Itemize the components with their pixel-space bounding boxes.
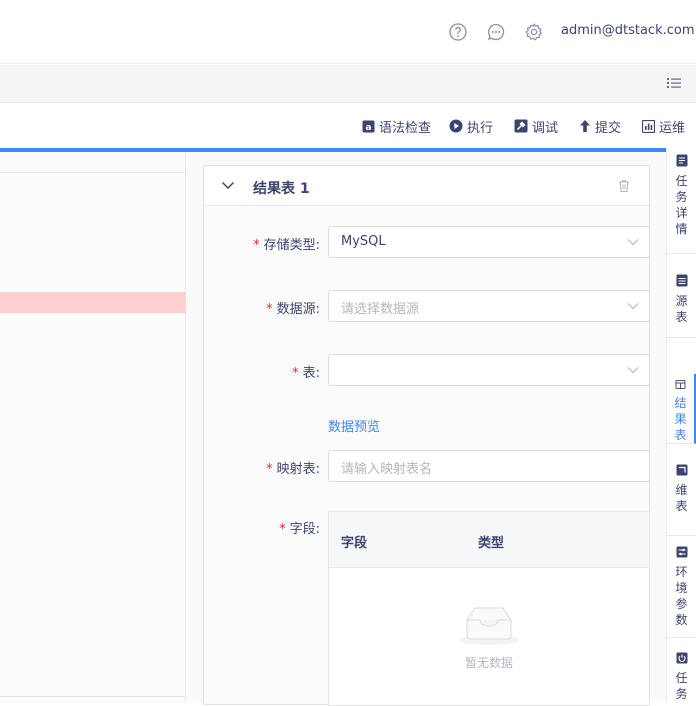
- storage-type-select[interactable]: MySQL: [328, 226, 650, 258]
- settings-icon[interactable]: [524, 22, 544, 42]
- table-header: 字段 类型: [329, 512, 649, 568]
- ops-button[interactable]: 运维: [642, 117, 685, 136]
- submit-button[interactable]: 提交: [579, 117, 621, 136]
- editor-divider: [0, 172, 186, 173]
- trash-icon[interactable]: [618, 179, 630, 193]
- datasource-select[interactable]: 请选择数据源: [328, 290, 650, 322]
- datasource-label: * 数据源:: [266, 302, 320, 317]
- params-icon: [676, 546, 687, 558]
- right-side-tabs: 任务详情 源表 结果表 维表 环境参数 任务: [666, 148, 696, 702]
- column-header-type: 类型: [478, 536, 505, 551]
- file-icon: [676, 154, 687, 167]
- tab-env-params[interactable]: 环境参数: [667, 538, 696, 638]
- result-table-panel: 结果表 1 * 存储类型: MySQL * 数据源: 请选择数据源 * 表: 数据预览…: [203, 165, 650, 706]
- editor-divider: [0, 696, 186, 697]
- debug-button[interactable]: 调试: [514, 117, 558, 136]
- table-select[interactable]: [328, 354, 650, 386]
- tab-source-table[interactable]: 源表: [667, 268, 696, 338]
- debug-icon: [514, 119, 528, 133]
- tab-dim-table[interactable]: 维表: [667, 458, 696, 536]
- code-editor[interactable]: [0, 152, 186, 702]
- user-account[interactable]: admin@dtstack.com: [561, 23, 695, 38]
- syntax-check-icon: a: [362, 120, 375, 133]
- top-header: admin@dtstack.com: [0, 0, 696, 64]
- fields-table: 字段 类型 暂无数据: [328, 511, 650, 706]
- tab-task-details[interactable]: 任务详情: [667, 154, 696, 254]
- editor-toolbar: a 语法检查 执行 调试 提交 运维: [0, 104, 696, 148]
- chevron-down-icon: [627, 239, 639, 246]
- panel-header[interactable]: 结果表 1: [204, 166, 649, 206]
- play-icon: [449, 119, 463, 133]
- ops-chart-icon: [642, 119, 655, 133]
- run-button[interactable]: 执行: [449, 117, 493, 136]
- error-line-highlight: [0, 292, 186, 313]
- svg-text:a: a: [365, 123, 371, 133]
- chevron-down-icon: [627, 367, 639, 374]
- result-table-icon: [675, 380, 686, 389]
- syntax-check-button[interactable]: a 语法检查: [362, 117, 431, 136]
- mapping-table-input[interactable]: 请输入映射表名: [328, 450, 650, 482]
- table-label: * 表:: [292, 366, 320, 381]
- list-icon[interactable]: [667, 76, 681, 90]
- dim-table-icon: [676, 464, 687, 476]
- mapping-table-label: * 映射表:: [266, 462, 320, 477]
- fields-label: * 字段:: [279, 522, 320, 537]
- message-icon[interactable]: [486, 22, 506, 42]
- panel-title: 结果表 1: [253, 181, 310, 197]
- storage-type-label: * 存储类型:: [253, 238, 320, 253]
- tab-result-table[interactable]: 结果表: [667, 374, 696, 444]
- tab-task[interactable]: 任务: [667, 646, 696, 702]
- chevron-down-icon[interactable]: [221, 180, 235, 190]
- tab-bar: [0, 65, 696, 103]
- empty-inbox-icon: [459, 607, 519, 645]
- table-icon: [676, 274, 687, 287]
- column-header-field: 字段: [341, 536, 368, 551]
- help-icon[interactable]: [448, 22, 468, 42]
- empty-text: 暂无数据: [464, 656, 513, 670]
- power-icon: [676, 652, 687, 664]
- chevron-down-icon: [627, 303, 639, 310]
- data-preview-link[interactable]: 数据预览: [328, 416, 380, 435]
- upload-arrow-icon: [580, 120, 590, 132]
